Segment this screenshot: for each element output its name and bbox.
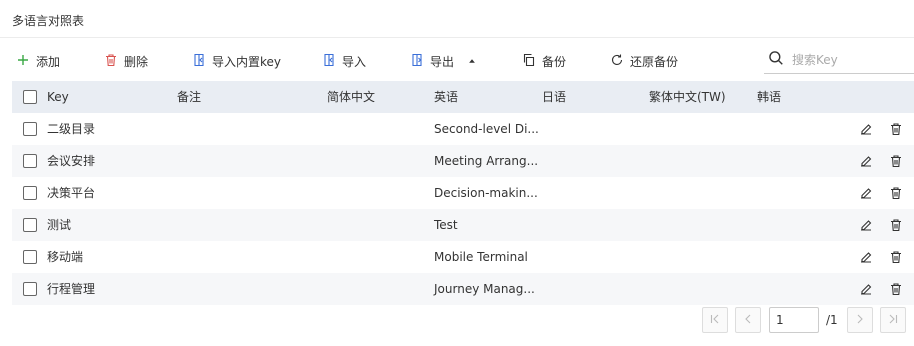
edit-icon[interactable] (859, 122, 873, 136)
edit-icon[interactable] (859, 250, 873, 264)
column-header-english[interactable]: 英语 (434, 81, 458, 113)
delete-button[interactable]: 删除 (104, 46, 148, 76)
import-icon (322, 53, 336, 70)
import-icon (192, 53, 206, 70)
column-header-korean[interactable]: 韩语 (757, 81, 781, 113)
page-title: 多语言对照表 (12, 14, 85, 28)
column-header-zh-tw[interactable]: 繁体中文(TW) (649, 81, 726, 113)
cell-key: 行程管理 (47, 282, 96, 296)
cell-english: Test (434, 218, 458, 232)
trash-icon[interactable] (889, 218, 903, 232)
last-page-icon (887, 313, 899, 328)
search-input[interactable] (792, 52, 902, 67)
trash-icon[interactable] (889, 122, 903, 136)
edit-icon[interactable] (859, 154, 873, 168)
cell-english: Journey Manag... (434, 282, 535, 296)
cell-english: Mobile Terminal (434, 250, 528, 264)
translation-table: Key 备注 简体中文 英语 日语 繁体中文(TW) 韩语 二级目录 Secon… (12, 81, 914, 305)
caret-up-icon (468, 54, 476, 68)
refresh-icon (610, 53, 624, 70)
toolbar: 添加 删除 导入内置key 导入 导出 备份 还原备份 (12, 46, 914, 76)
copy-icon (522, 53, 536, 70)
table-row[interactable]: 决策平台 Decision-makin... (12, 177, 914, 209)
first-page-icon (709, 313, 721, 328)
last-page-button[interactable] (880, 307, 906, 333)
cell-key: 移动端 (47, 250, 84, 264)
page-number-input[interactable] (769, 307, 819, 333)
delete-button-label: 删除 (124, 54, 149, 69)
cell-key: 二级目录 (47, 122, 96, 136)
table-row[interactable]: 行程管理 Journey Manag... (12, 273, 914, 305)
table-header: Key 备注 简体中文 英语 日语 繁体中文(TW) 韩语 (12, 81, 914, 113)
add-button[interactable]: 添加 (16, 46, 60, 76)
add-button-label: 添加 (36, 54, 61, 69)
table-row[interactable]: 测试 Test (12, 209, 914, 241)
column-header-zh-cn[interactable]: 简体中文 (327, 81, 375, 113)
trash-icon[interactable] (889, 154, 903, 168)
column-header-note[interactable]: 备注 (177, 81, 201, 113)
row-checkbox[interactable] (23, 250, 37, 264)
row-checkbox[interactable] (23, 218, 37, 232)
title-bar: 多语言对照表 (0, 0, 914, 38)
column-header-key[interactable]: Key (47, 81, 69, 113)
import-builtin-key-button[interactable]: 导入内置key (192, 46, 281, 76)
chevron-right-icon (854, 313, 866, 328)
edit-icon[interactable] (859, 186, 873, 200)
chevron-left-icon (742, 313, 754, 328)
next-page-button[interactable] (847, 307, 873, 333)
cell-key: 会议安排 (47, 154, 96, 168)
search-icon (768, 50, 784, 69)
edit-icon[interactable] (859, 218, 873, 232)
table-row[interactable]: 会议安排 Meeting Arrang... (12, 145, 914, 177)
export-button-label: 导出 (430, 54, 455, 69)
cell-key: 测试 (47, 218, 72, 232)
trash-icon[interactable] (889, 250, 903, 264)
table-row[interactable]: 二级目录 Second-level Di... (12, 113, 914, 145)
cell-english: Second-level Di... (434, 122, 539, 136)
trash-icon (104, 53, 118, 70)
table-row[interactable]: 移动端 Mobile Terminal (12, 241, 914, 273)
trash-icon[interactable] (889, 282, 903, 296)
trash-icon[interactable] (889, 186, 903, 200)
edit-icon[interactable] (859, 282, 873, 296)
row-checkbox[interactable] (23, 186, 37, 200)
row-checkbox[interactable] (23, 122, 37, 136)
export-icon (410, 53, 424, 70)
import-button[interactable]: 导入 (322, 46, 366, 76)
backup-button-label: 备份 (542, 54, 567, 69)
export-button[interactable]: 导出 (410, 46, 476, 76)
pagination: /1 (0, 307, 914, 333)
page-total: /1 (826, 313, 838, 327)
cell-key: 决策平台 (47, 186, 96, 200)
first-page-button[interactable] (702, 307, 728, 333)
import-button-label: 导入 (342, 54, 367, 69)
prev-page-button[interactable] (735, 307, 761, 333)
column-header-japanese[interactable]: 日语 (542, 81, 566, 113)
select-all-checkbox[interactable] (23, 90, 37, 104)
plus-icon (16, 53, 30, 70)
import-builtin-key-label: 导入内置key (212, 54, 282, 69)
row-checkbox[interactable] (23, 154, 37, 168)
backup-button[interactable]: 备份 (522, 46, 566, 76)
restore-backup-label: 还原备份 (630, 54, 679, 69)
row-checkbox[interactable] (23, 282, 37, 296)
cell-english: Decision-makin... (434, 186, 538, 200)
search-box (764, 46, 914, 74)
cell-english: Meeting Arrang... (434, 154, 539, 168)
restore-backup-button[interactable]: 还原备份 (610, 46, 678, 76)
